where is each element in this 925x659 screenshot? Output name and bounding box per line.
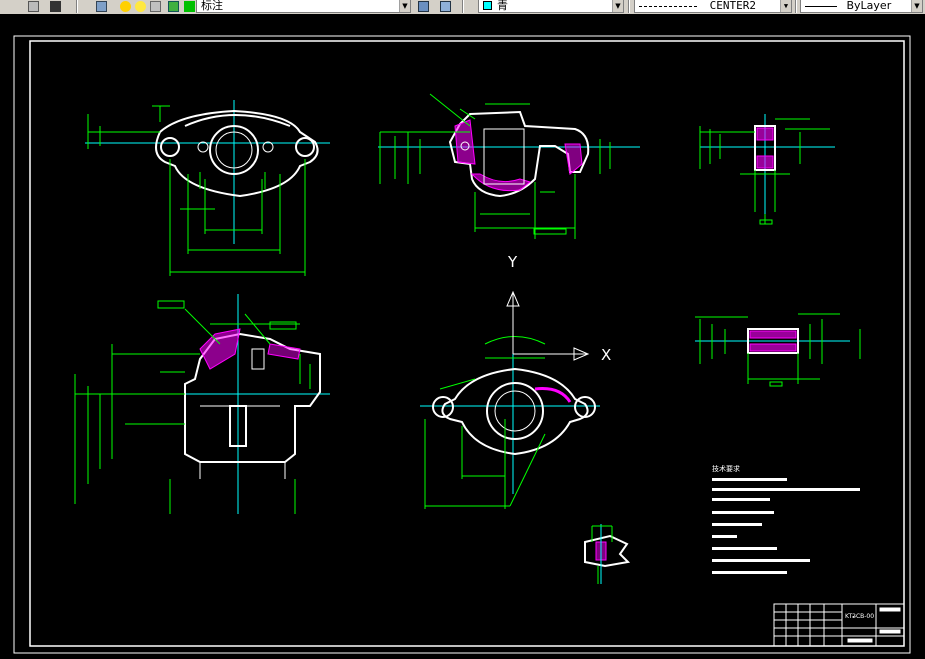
view-detail-small xyxy=(584,524,631,584)
layers-icon[interactable] xyxy=(96,1,107,12)
dropdown-arrow-icon[interactable]: ▼ xyxy=(780,0,791,12)
notes-title: 技术要求 xyxy=(712,464,740,473)
toolbar-separator xyxy=(462,0,464,13)
layer-manager-icon[interactable] xyxy=(418,1,429,12)
color-swatch-icon xyxy=(483,1,492,10)
view-center-front: Y X xyxy=(420,253,611,509)
layer-state-icon[interactable] xyxy=(28,1,39,12)
title-block: KT2̶CB-00 xyxy=(773,603,905,647)
ucs-y-label: Y xyxy=(507,253,518,271)
sun-icon[interactable] xyxy=(135,1,146,12)
ucs-x-label: X xyxy=(601,346,611,364)
dropdown-arrow-icon[interactable]: ▼ xyxy=(399,0,410,12)
layer-prev-icon[interactable] xyxy=(50,1,61,12)
lock-icon[interactable] xyxy=(150,1,161,12)
model-space-canvas[interactable]: Y X 技术要求 KT2̶CB-00 xyxy=(0,14,925,659)
cad-drawing[interactable]: Y X 技术要求 KT2̶CB-00 xyxy=(0,14,925,659)
layer-previous-icon[interactable] xyxy=(440,1,451,12)
title-block-code: KT2̶CB-00 xyxy=(845,613,874,620)
toolbar-separator xyxy=(795,0,797,13)
dropdown-arrow-icon[interactable]: ▼ xyxy=(612,0,623,12)
dimstyle-value: 标注 xyxy=(201,0,223,12)
technical-notes: 技术要求 xyxy=(712,464,860,574)
toolbar-separator xyxy=(76,0,78,13)
lineweight-preview xyxy=(805,5,837,7)
view-section-right-middle xyxy=(695,313,861,387)
view-side-top-middle xyxy=(378,93,640,239)
color-combo[interactable]: 青 ▼ xyxy=(478,0,624,13)
dropdown-arrow-icon[interactable]: ▼ xyxy=(911,0,922,12)
lineweight-value: ByLayer xyxy=(846,0,892,12)
toolbar-separator xyxy=(628,0,630,13)
lightbulb-icon[interactable] xyxy=(120,1,131,12)
view-section-left-middle xyxy=(74,294,330,514)
lineweight-combo[interactable]: ByLayer ▼ xyxy=(800,0,923,13)
plot-icon[interactable] xyxy=(168,1,179,12)
layer-color-swatch-icon[interactable] xyxy=(184,1,195,12)
view-front-top-left xyxy=(85,100,330,276)
linetype-preview xyxy=(639,5,697,7)
linetype-value: CENTER2 xyxy=(709,0,756,12)
properties-toolbar: 标注 ▼ 青 ▼ CENTER2 ▼ ByLayer ▼ xyxy=(0,0,925,15)
dimstyle-combo[interactable]: 标注 ▼ xyxy=(196,0,411,13)
color-value: 青 xyxy=(497,0,508,12)
view-section-top-right xyxy=(699,114,835,225)
linetype-combo[interactable]: CENTER2 ▼ xyxy=(634,0,792,13)
ucs-icon xyxy=(506,290,590,361)
